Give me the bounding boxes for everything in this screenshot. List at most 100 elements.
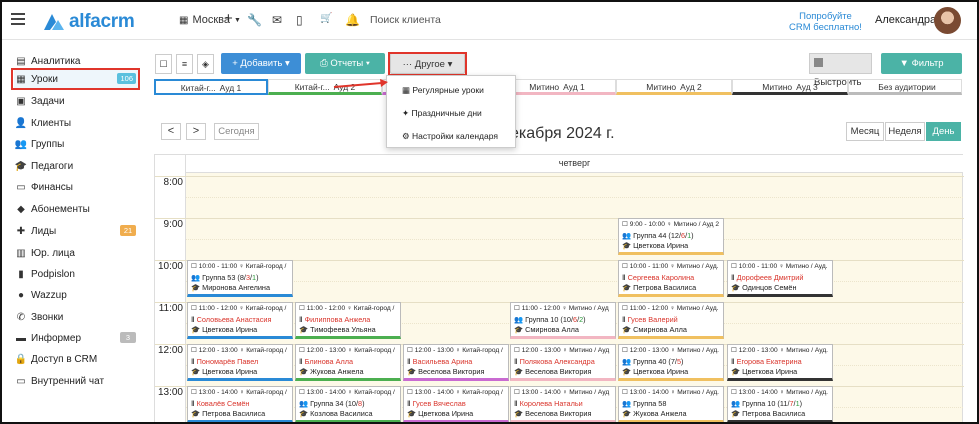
half-hour-line	[186, 197, 963, 198]
list-icon: ≡	[181, 59, 188, 69]
logo[interactable]: alfacrm	[42, 11, 135, 33]
sidebar-item-14[interactable]: ▬ Информер 3	[14, 329, 140, 347]
calendar-settings-item[interactable]: ⚙ Настройки календаря	[402, 131, 498, 142]
lesson-card[interactable]: ☐ 12:00 - 13:00 ♀ Митино / Ауд. 👥 Группа …	[618, 344, 724, 381]
phone-icon: ✆	[16, 311, 26, 323]
lesson-group: Группа 34 (	[310, 398, 348, 408]
today-button[interactable]: Сегодня	[214, 123, 259, 140]
lesson-time: 12:00 - 13:00 ♀ Митино / Ауд.	[738, 347, 828, 354]
lesson-teacher: Козлова Василиса	[310, 409, 373, 418]
lesson-group: Группа 58	[633, 398, 667, 408]
prev-button[interactable]: <	[161, 123, 181, 140]
sidebar-item-13[interactable]: ✆ Звонки	[14, 308, 140, 326]
menu-icon[interactable]	[11, 13, 25, 25]
view-week[interactable]: Неделя	[885, 122, 925, 141]
sidebar: ▤ Аналитика ▦ Уроки 106 ▣ Задачи 👤 Клиенты 👥 Групп…	[2, 42, 145, 422]
lesson-card[interactable]: ☐ 11:00 - 12:00 ♀ Китай-город / Ⅱ Филиппо…	[295, 302, 401, 339]
lesson-card[interactable]: ☐ 11:00 - 12:00 ♀ Митино / Ауд. Ⅱ Гусев В…	[618, 302, 724, 339]
auditoria-tab-7[interactable]: Без аудитории	[848, 79, 962, 95]
search-input[interactable]: Поиск клиента	[370, 14, 441, 26]
lesson-card[interactable]: ☐ 12:00 - 13:00 ♀ Митино / Ауд Ⅱ Полякова…	[510, 344, 616, 381]
auditoria-tab-6[interactable]: Митино Ауд 3	[732, 79, 848, 95]
lesson-card[interactable]: ☐ 12:00 - 13:00 ♀ Митино / Ауд. Ⅱ Егорова…	[727, 344, 833, 381]
sidebar-item-3[interactable]: ▣ Задачи	[14, 92, 140, 110]
regular-lessons-item[interactable]: ▦ Регулярные уроки	[402, 85, 484, 96]
sidebar-item-label: Wazzup	[31, 289, 67, 301]
sidebar-item-7[interactable]: ▭ Финансы	[14, 178, 140, 196]
sidebar-item-10[interactable]: ▥ Юр. лица	[14, 244, 140, 262]
lesson-time: 12:00 - 13:00 ♀ Китай-город /	[306, 347, 395, 354]
lesson-card[interactable]: ☐ 9:00 - 10:00 ♀ Митино / Ауд 2 👥 Группа …	[618, 218, 724, 255]
lesson-time: 12:00 - 13:00 ♀ Митино / Ауд.	[629, 347, 719, 354]
cart-icon[interactable]: 🛒	[320, 13, 332, 24]
checkbox-icon: ☐	[407, 347, 413, 354]
add-button[interactable]: + Добавить ▾	[221, 53, 301, 74]
calendar-view-button[interactable]: ☐	[155, 54, 172, 74]
ticket-icon: ◆	[17, 203, 25, 215]
sidebar-item-11[interactable]: ▮ Podpislon	[14, 265, 140, 283]
lesson-card[interactable]: ☐ 13:00 - 14:00 ♀ Митино / Ауд. 👥 Группа …	[727, 386, 833, 422]
lesson-card[interactable]: ☐ 12:00 - 13:00 ♀ Китай-город / Ⅱ Василье…	[403, 344, 509, 381]
plus-icon[interactable]: +	[224, 10, 233, 27]
list-view-button[interactable]: ≡	[176, 54, 193, 74]
lock-icon: 🔒	[14, 353, 28, 365]
gear-icon: ⚙	[402, 131, 410, 141]
reports-button[interactable]: ⎙ Отчеты ▾	[305, 53, 385, 74]
sidebar-item-5[interactable]: 👥 Группы	[14, 135, 140, 153]
avatar[interactable]	[934, 7, 961, 34]
lesson-teacher: Цветкова Ирина	[418, 409, 474, 418]
sidebar-item-8[interactable]: ◆ Абонементы	[14, 200, 140, 218]
lesson-student: Сергеева Каролина	[627, 272, 695, 282]
try-free-link[interactable]: Попробуйте CRM бесплатно!	[789, 11, 862, 33]
view-day[interactable]: День	[926, 122, 961, 141]
sidebar-item-16[interactable]: ▭ Внутренний чат	[14, 372, 140, 390]
auditoria-tab-5[interactable]: Митино Ауд 2	[616, 79, 732, 95]
student-icon: Ⅱ	[622, 272, 626, 282]
lesson-card[interactable]: ☐ 13:00 - 14:00 ♀ Митино / Ауд. 👥 Группа …	[618, 386, 724, 422]
bell-icon[interactable]: 🔔	[345, 13, 360, 27]
lesson-card[interactable]: ☐ 10:00 - 11:00 ♀ Митино / Ауд. Ⅱ Сергеев…	[618, 260, 724, 297]
checkbox-icon: ☐	[299, 305, 305, 312]
arrange-toggle[interactable]: Выстроить	[809, 53, 872, 88]
lesson-card[interactable]: ☐ 10:00 - 11:00 ♀ Китай-город / 👥 Группа …	[187, 260, 293, 297]
view-month[interactable]: Месяц	[846, 122, 884, 141]
count-absent: 8	[358, 398, 363, 408]
lesson-card[interactable]: ☐ 13:00 - 14:00 ♀ Китай-город / Ⅱ Ковалёв…	[187, 386, 293, 422]
layers-view-button[interactable]: ◈	[197, 54, 214, 74]
top-bar: alfacrm ▦ Москва ▼ + 🔧 ✉ ▯ 🛒 🔔 Поиск кли…	[2, 2, 977, 40]
wrench-icon[interactable]: 🔧	[247, 13, 262, 27]
next-button[interactable]: >	[186, 123, 206, 140]
lesson-card[interactable]: ☐ 13:00 - 14:00 ♀ Митино / Ауд Ⅱ Королева…	[510, 386, 616, 422]
lesson-time: 9:00 - 10:00 ♀ Митино / Ауд 2	[629, 221, 719, 228]
checkbox-icon: ☐	[731, 389, 737, 396]
group-icon: 👥	[191, 272, 201, 282]
lesson-group: Группа 44 (	[633, 230, 671, 240]
money-icon: ▭	[16, 181, 26, 193]
sidebar-item-15[interactable]: 🔒 Доступ в CRM	[14, 350, 140, 368]
mail-icon[interactable]: ✉	[272, 13, 282, 27]
sidebar-item-4[interactable]: 👤 Клиенты	[14, 114, 140, 132]
lesson-card[interactable]: ☐ 11:00 - 12:00 ♀ Китай-город / Ⅱ Соловье…	[187, 302, 293, 339]
filter-button[interactable]: ▼ Фильтр	[881, 53, 962, 74]
user-name[interactable]: Александра	[875, 14, 936, 26]
mobile-icon[interactable]: ▯	[296, 13, 303, 27]
lesson-card[interactable]: ☐ 13:00 - 14:00 ♀ Китай-город / Ⅱ Гусев В…	[403, 386, 509, 422]
auditoria-tab-1[interactable]: Китай-г... Ауд 1	[154, 79, 268, 95]
lesson-card[interactable]: ☐ 13:00 - 14:00 ♀ Китай-город / 👥 Группа …	[295, 386, 401, 422]
holidays-item[interactable]: ✦ Праздничные дни	[402, 108, 482, 119]
half-hour-line	[186, 281, 963, 282]
day-header: четверг	[186, 155, 963, 173]
lesson-student: Васильева Арина	[412, 356, 473, 366]
lesson-card[interactable]: ☐ 12:00 - 13:00 ♀ Китай-город / Ⅱ Блинова…	[295, 344, 401, 381]
teacher-icon: 🎓	[622, 283, 632, 292]
lesson-card[interactable]: ☐ 12:00 - 13:00 ♀ Китай-город / Ⅱ Пономар…	[187, 344, 293, 381]
sidebar-item-12[interactable]: ● Wazzup	[14, 286, 140, 304]
sidebar-item-6[interactable]: 🎓 Педагоги	[14, 157, 140, 175]
lesson-student: Соловьева Анастасия	[196, 314, 272, 324]
sidebar-item-9[interactable]: ✚ Лиды 21	[14, 222, 140, 240]
auditoria-room: Ауд 3	[796, 82, 818, 92]
lesson-card[interactable]: ☐ 11:00 - 12:00 ♀ Митино / Ауд 👥 Группа 1…	[510, 302, 616, 339]
lesson-card[interactable]: ☐ 10:00 - 11:00 ♀ Митино / Ауд. Ⅱ Дорофее…	[727, 260, 833, 297]
lesson-teacher: Смирнова Алла	[633, 325, 687, 334]
count-absent: 7	[789, 398, 794, 408]
